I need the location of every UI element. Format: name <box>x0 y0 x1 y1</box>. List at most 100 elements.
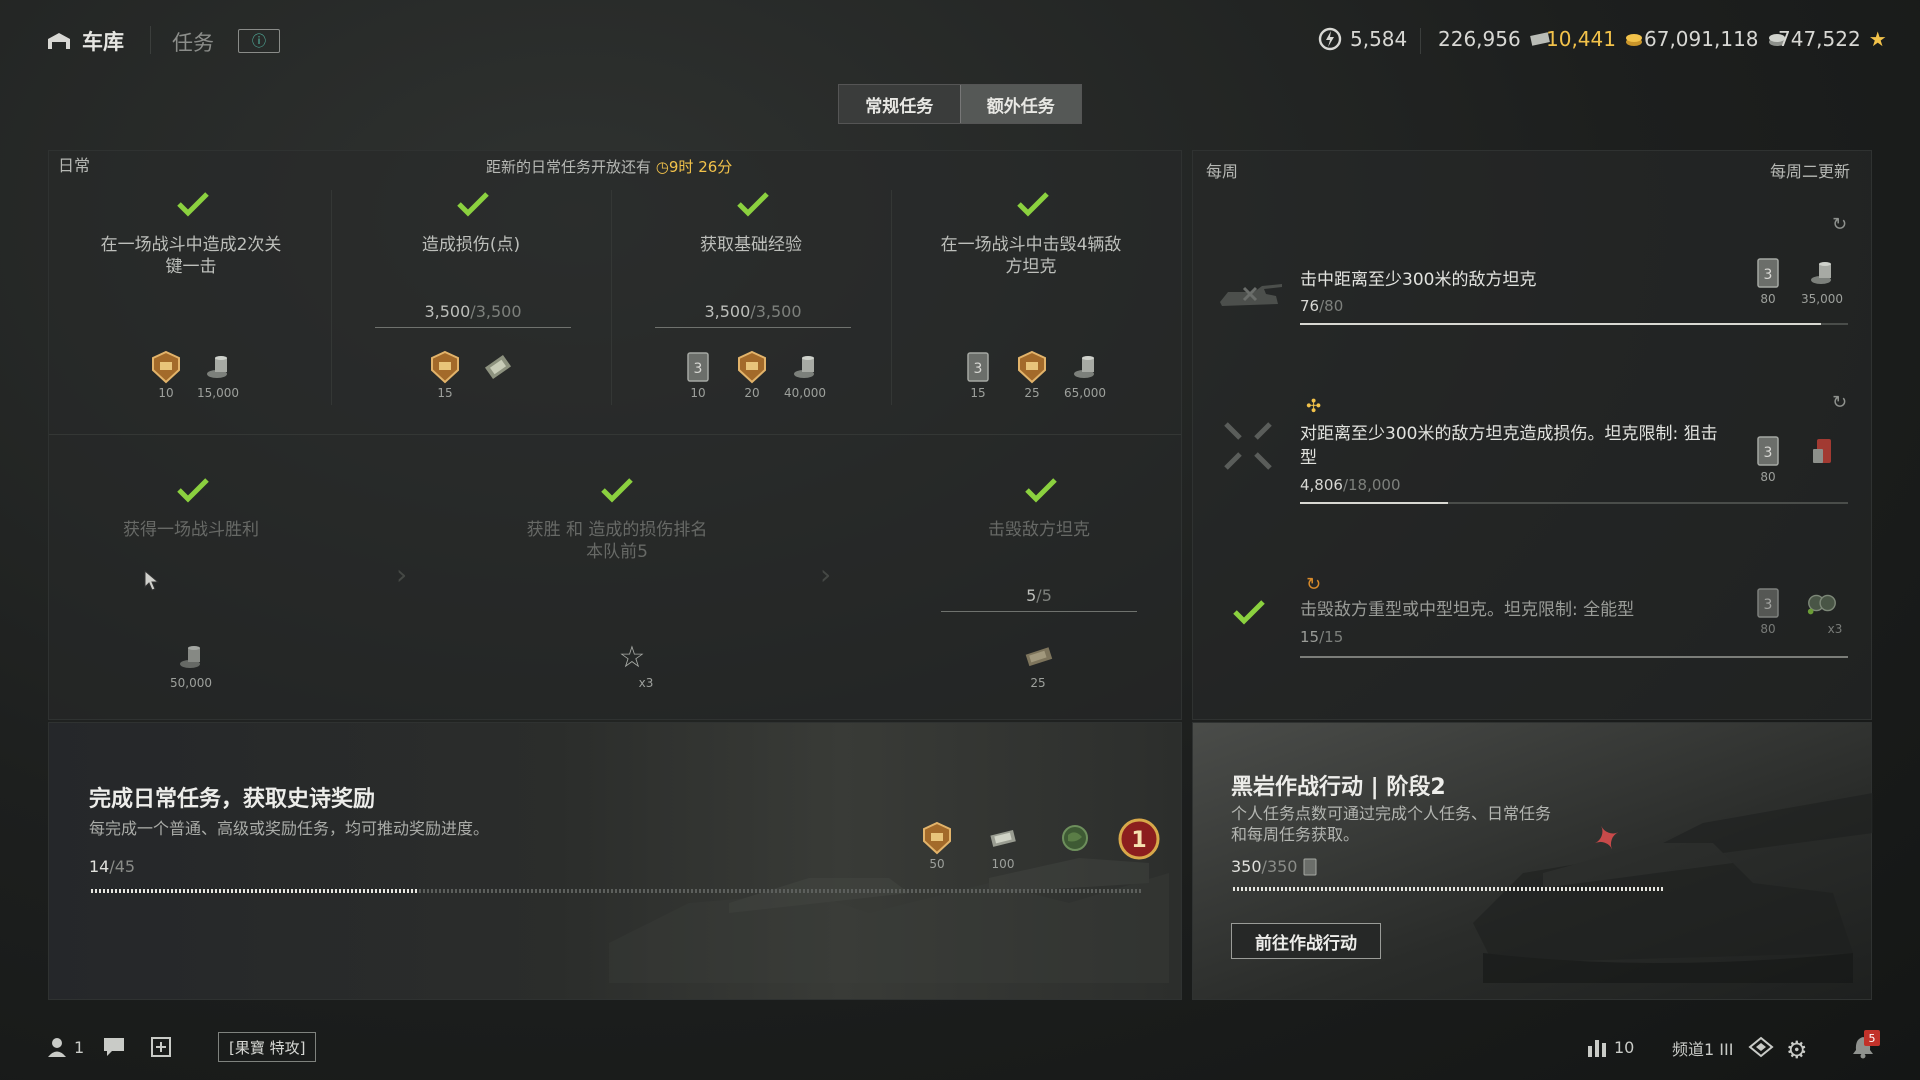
credits-icon <box>174 640 208 674</box>
divider <box>1420 28 1421 54</box>
token-icon: 3 <box>681 350 715 384</box>
tab-extra-missions[interactable]: 额外任务 <box>959 85 1081 123</box>
check-icon <box>176 476 210 504</box>
quest-title-line: 获取基础经验 <box>700 235 802 255</box>
quest-title-line: 对距离至少300米的敌方坦克造成损伤。坦克限制: 狙击 <box>1300 424 1718 444</box>
progress-line <box>941 611 1137 612</box>
credits-icon <box>1068 350 1102 384</box>
svg-text:3: 3 <box>974 361 983 377</box>
token-icon: 3 <box>1751 586 1785 620</box>
bond-note-icon <box>1021 640 1055 674</box>
bonds-balance: 5,584 <box>1318 27 1407 51</box>
reward-medal: 1 <box>1117 817 1161 863</box>
reward-bonds <box>476 350 520 386</box>
star-icon: ★ <box>1868 27 1887 51</box>
sparkle-icon: ✣ <box>1306 396 1322 417</box>
progress-done: 15 <box>1300 628 1320 646</box>
chat-button[interactable] <box>102 1036 126 1058</box>
reward-value: 50 <box>929 857 945 871</box>
progress-total: /5 <box>1036 586 1052 605</box>
tank-silhouette-icon <box>1220 284 1282 306</box>
epic-progress-fill <box>91 889 418 893</box>
operation-progress: 350/350 <box>1231 857 1317 876</box>
session-stats-button[interactable]: 10 <box>1586 1036 1634 1058</box>
background-tanks-image <box>609 858 1169 983</box>
first-place-medal-icon: 1 <box>1117 817 1161 861</box>
tab-regular-missions[interactable]: 常规任务 <box>839 85 960 123</box>
reward-value: 25 <box>1024 386 1040 400</box>
epic-reward-panel[interactable]: 完成日常任务，获取史诗奖励 每完成一个普通、高级或奖励任务，均可推动奖励进度。 … <box>48 722 1182 1000</box>
user-icon <box>48 1038 66 1057</box>
credits-balance: 226,956 <box>1438 27 1551 51</box>
token-icon <box>1303 858 1317 875</box>
check-icon <box>176 190 210 218</box>
garage-tab[interactable]: 车库 <box>46 26 124 56</box>
credits-value: 226,956 <box>1438 27 1521 51</box>
free-xp-value: 67,091,118 <box>1644 27 1759 51</box>
reward-bonds: 25 <box>1016 640 1060 690</box>
quest-title: 造成损伤(点) <box>360 234 582 256</box>
garage-icon <box>48 33 70 49</box>
bond-note-icon <box>986 821 1020 855</box>
weekly-update-note: 每周二更新 <box>1770 162 1851 181</box>
progress-line <box>375 327 571 328</box>
reward-value: 15 <box>970 386 986 400</box>
operation-subtitle: 个人任务点数可通过完成个人任务、日常任务和每周任务获取。 <box>1231 804 1552 844</box>
reward-credits: 40,000 <box>783 350 827 400</box>
info-button[interactable]: ⓘ <box>238 29 280 53</box>
operation-panel[interactable]: ✦ 黑岩作战行动 | 阶段2 个人任务点数可通过完成个人任务、日常任务和每周任务… <box>1192 722 1873 1000</box>
check-icon <box>736 190 770 218</box>
credits-icon <box>1805 256 1839 290</box>
reward-value: 80 <box>1760 470 1776 484</box>
missions-tab[interactable]: 任务 <box>172 27 214 57</box>
channel-selector[interactable]: 频道1 III <box>1672 1036 1733 1060</box>
progress-total: /15 <box>1319 628 1344 646</box>
token-icon: 3 <box>961 350 995 384</box>
refresh-icon[interactable]: ↻ <box>1832 214 1847 235</box>
mission-points-icon <box>428 350 462 384</box>
quest-title-line: 在一场战斗中击毁4辆敌 <box>940 235 1122 255</box>
clock-icon: ◷ <box>655 158 669 176</box>
quest-title-line: 获胜 和 造成的损伤排名 <box>526 520 708 540</box>
reward-mission-points: 15 <box>423 350 467 400</box>
friends-button[interactable]: 1 <box>46 1036 84 1058</box>
notifications-button[interactable]: 5 <box>1850 1030 1880 1060</box>
chevron-right-icon: › <box>396 558 408 591</box>
reward-value: 100 <box>991 857 1015 871</box>
progress-total: /80 <box>1319 297 1344 315</box>
go-to-operation-button[interactable]: 前往作战行动 <box>1231 923 1381 959</box>
check-icon <box>600 476 634 504</box>
progress-done: 350 <box>1231 857 1262 876</box>
svg-text:3: 3 <box>1764 597 1773 613</box>
quest-title-line: 造成损伤(点) <box>421 235 521 255</box>
token-icon: 3 <box>1751 434 1785 468</box>
weekly-progress-fill <box>1300 502 1448 504</box>
check-icon <box>1024 476 1058 504</box>
check-icon <box>1016 190 1050 218</box>
equipment-icon <box>1805 586 1839 620</box>
clan-tag-button[interactable]: [果寶 特攻] <box>218 1032 317 1062</box>
reward-credits: 35,000 <box>1800 256 1844 306</box>
bonds-value: 5,584 <box>1350 27 1408 51</box>
reward-value: 40,000 <box>784 386 826 400</box>
quest-title: 获胜 和 造成的损伤排名 本队前5 <box>486 519 748 563</box>
timer-label: 距新的日常任务开放还有 <box>486 158 652 176</box>
reward-credits: 15,000 <box>196 350 240 400</box>
cursor-icon <box>144 570 160 591</box>
svg-text:3: 3 <box>694 361 703 377</box>
reward-mission-points: 20 <box>730 350 774 400</box>
reward-mission-points: 10 <box>144 350 188 400</box>
credits-icon <box>788 350 822 384</box>
progress-total: /350 <box>1261 857 1298 876</box>
weekly-progress-fill <box>1300 656 1848 658</box>
reward-value: x3 <box>1827 622 1843 636</box>
settings-button[interactable]: ⚙ <box>1786 1036 1808 1064</box>
add-square-icon <box>151 1037 171 1057</box>
divider <box>891 190 892 405</box>
credits-icon <box>201 350 235 384</box>
server-button[interactable] <box>1748 1036 1774 1058</box>
reward-value: 35,000 <box>1801 292 1843 306</box>
invite-button[interactable] <box>150 1036 172 1058</box>
notification-badge: 5 <box>1864 1030 1880 1046</box>
refresh-icon[interactable]: ↻ <box>1832 392 1847 413</box>
